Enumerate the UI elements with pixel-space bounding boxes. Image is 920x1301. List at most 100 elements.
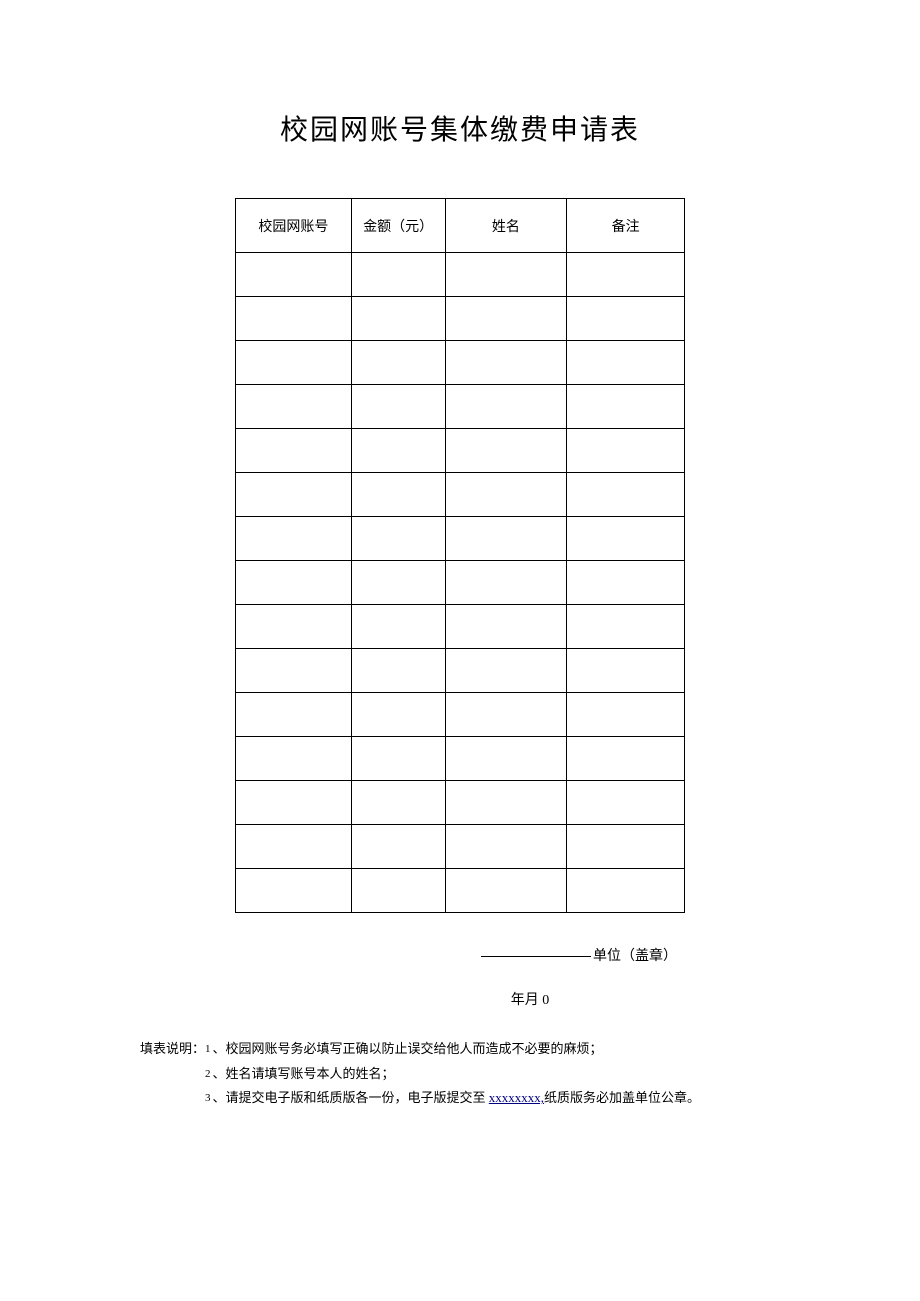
table-cell [567,693,685,737]
header-remark: 备注 [567,199,685,253]
table-cell [236,297,352,341]
instruction-row-1: 填表说明： 1 、校园网账号务必填写正确以防止误交给他人而造成不必要的麻烦； [140,1037,790,1062]
table-cell [351,649,445,693]
table-cell [445,605,567,649]
table-cell [236,385,352,429]
header-amount: 金额（元） [351,199,445,253]
table-cell [567,781,685,825]
table-cell [445,825,567,869]
table-cell [445,517,567,561]
instruction-link: xxxxxxxx, [489,1090,544,1105]
table-cell [567,297,685,341]
table-cell [445,693,567,737]
table-cell [445,869,567,913]
table-cell [236,561,352,605]
instruction-num-1: 1 [205,1037,213,1062]
table-cell [351,385,445,429]
header-account: 校园网账号 [236,199,352,253]
table-cell [236,517,352,561]
table-cell [445,473,567,517]
table-cell [351,737,445,781]
table-cell [351,341,445,385]
table-cell [567,561,685,605]
table-cell [445,737,567,781]
signature-underline [481,956,591,957]
table-body [236,253,685,913]
table-cell [351,517,445,561]
table-cell [567,473,685,517]
table-cell [567,649,685,693]
table-cell [236,473,352,517]
table-cell [351,781,445,825]
instruction-text-3-before: 、请提交电子版和纸质版各一份，电子版提交至 [213,1090,489,1105]
table-cell [236,429,352,473]
table-cell [445,561,567,605]
instruction-row-2: 填表说明： 2 、姓名请填写账号本人的姓名； [140,1062,790,1087]
table-cell [567,605,685,649]
table-cell [567,341,685,385]
table-row [236,825,685,869]
table-row [236,473,685,517]
table-cell [351,429,445,473]
table-cell [445,429,567,473]
table-cell [567,825,685,869]
instruction-text-1: 、校园网账号务必填写正确以防止误交给他人而造成不必要的麻烦； [213,1037,603,1062]
table-row [236,561,685,605]
table-cell [445,649,567,693]
table-row [236,605,685,649]
table-cell [351,561,445,605]
date-line: 年月 0 [235,989,685,1009]
instruction-num-2: 2 [205,1062,213,1087]
table-row [236,341,685,385]
table-cell [445,297,567,341]
table-row [236,737,685,781]
table-cell [445,781,567,825]
table-cell [236,649,352,693]
table-cell [567,869,685,913]
table-row [236,869,685,913]
table-cell [567,737,685,781]
table-cell [351,605,445,649]
instruction-text-3: 、请提交电子版和纸质版各一份，电子版提交至 xxxxxxxx,纸质版务必加盖单位… [213,1086,701,1111]
table-cell [236,737,352,781]
table-cell [351,297,445,341]
header-name: 姓名 [445,199,567,253]
table-cell [445,385,567,429]
table-cell [567,429,685,473]
table-cell [351,825,445,869]
table-row [236,781,685,825]
instruction-text-3-after: 纸质版务必加盖单位公章。 [544,1090,700,1105]
table-cell [445,253,567,297]
signature-label: 单位（盖章） [593,949,677,964]
instruction-prefix: 填表说明： [140,1037,205,1062]
table-row [236,385,685,429]
table-wrapper: 校园网账号 金额（元） 姓名 备注 [0,198,920,913]
table-cell [236,605,352,649]
instruction-text-2: 、姓名请填写账号本人的姓名； [213,1062,395,1087]
table-cell [236,869,352,913]
table-cell [567,253,685,297]
table-header-row: 校园网账号 金额（元） 姓名 备注 [236,199,685,253]
table-cell [445,341,567,385]
instructions: 填表说明： 1 、校园网账号务必填写正确以防止误交给他人而造成不必要的麻烦； 填… [130,1037,790,1111]
signature-area: 单位（盖章） 年月 0 [235,945,685,1009]
instruction-row-3: 填表说明： 3 、请提交电子版和纸质版各一份，电子版提交至 xxxxxxxx,纸… [140,1086,790,1111]
table-cell [236,781,352,825]
table-cell [351,869,445,913]
table-cell [236,341,352,385]
table-row [236,517,685,561]
signature-line: 单位（盖章） [235,945,685,965]
instruction-num-3: 3 [205,1086,213,1111]
payment-table: 校园网账号 金额（元） 姓名 备注 [235,198,685,913]
table-row [236,429,685,473]
table-row [236,693,685,737]
table-cell [236,825,352,869]
table-cell [567,385,685,429]
table-cell [351,693,445,737]
table-cell [236,693,352,737]
table-cell [351,473,445,517]
table-cell [351,253,445,297]
table-row [236,297,685,341]
table-row [236,649,685,693]
table-cell [567,517,685,561]
